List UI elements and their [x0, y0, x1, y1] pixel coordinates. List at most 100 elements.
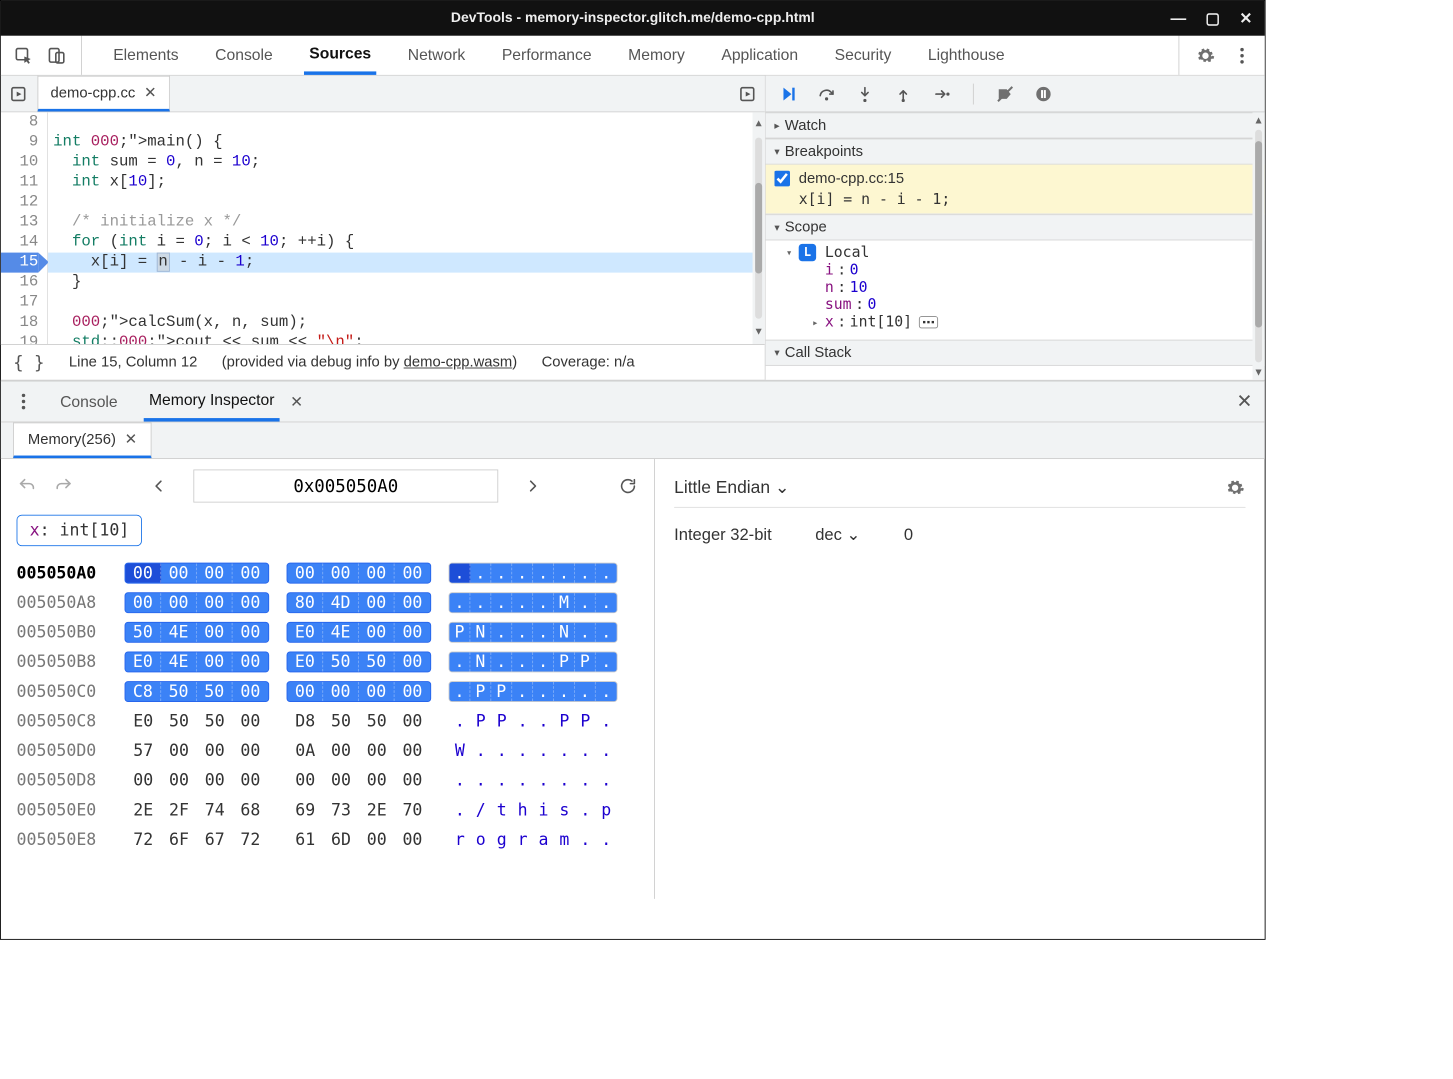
reveal-in-memory-icon[interactable]: ▪▪▪ [919, 316, 938, 328]
debugger-sidebar: Watch Breakpoints demo-cpp.cc:15 x[i] = … [766, 76, 1265, 380]
minimize-button[interactable]: — [1171, 9, 1187, 27]
undo-icon[interactable] [17, 476, 38, 497]
window-controls: — ▢ ✕ [1171, 9, 1253, 27]
settings-icon[interactable] [1195, 45, 1216, 66]
wasm-link[interactable]: demo-cpp.wasm [404, 354, 513, 371]
breakpoints-section-header[interactable]: Breakpoints [766, 138, 1265, 164]
inspect-element-icon[interactable] [13, 45, 34, 66]
breakpoint-label: demo-cpp.cc:15 [799, 170, 904, 187]
close-drawer-icon[interactable]: ✕ [1236, 390, 1252, 413]
tab-network[interactable]: Network [403, 36, 471, 75]
step-into-icon[interactable] [854, 83, 875, 104]
scope-var-x[interactable]: ▸x: int[10]▪▪▪ [809, 314, 1252, 331]
refresh-icon[interactable] [618, 476, 639, 497]
scope-section-header[interactable]: Scope [766, 214, 1265, 240]
scope-local-row[interactable]: ▾LLocal [783, 244, 1252, 261]
tab-memory[interactable]: Memory [623, 36, 690, 75]
pretty-print-icon[interactable]: { } [13, 352, 44, 373]
address-input[interactable] [193, 469, 498, 502]
prev-page-icon[interactable] [148, 476, 169, 497]
tab-elements[interactable]: Elements [108, 36, 184, 75]
drawer-tab-memory-inspector[interactable]: Memory Inspector [144, 381, 280, 421]
close-icon[interactable]: ✕ [125, 431, 137, 448]
scope-var-n[interactable]: n: 10 [809, 279, 1252, 296]
drawer-tab-console[interactable]: Console [55, 381, 123, 421]
endianness-select[interactable]: Little Endian ⌄ [674, 476, 789, 498]
run-snippet-icon[interactable] [737, 83, 758, 104]
debug-info-source: (provided via debug info by demo-cpp.was… [222, 354, 517, 371]
hex-row[interactable]: 005050B8E04E0000E0505000.N...PP. [17, 647, 639, 677]
close-icon[interactable]: ✕ [144, 84, 156, 101]
interpretation-label: Integer 32-bit [674, 526, 772, 545]
editor-status-bar: { } Line 15, Column 12 (provided via deb… [1, 345, 765, 380]
scope-var-sum[interactable]: sum: 0 [809, 296, 1252, 313]
editor-scrollbar[interactable]: ▲▼ [753, 112, 765, 344]
memory-hex-view: x: int[10] 005050A00000000000000000.....… [1, 459, 655, 899]
hex-row[interactable]: 005050A00000000000000000........ [17, 558, 639, 588]
file-tab-demo-cpp[interactable]: demo-cpp.cc ✕ [37, 76, 169, 112]
file-tabbar: demo-cpp.cc ✕ [1, 76, 765, 113]
redo-icon[interactable] [53, 476, 74, 497]
hex-row[interactable]: 005050D0570000000A000000W....... [17, 736, 639, 766]
code-editor[interactable]: 891011121314151617181920 int 000;">main(… [1, 112, 765, 345]
debugger-sections: Watch Breakpoints demo-cpp.cc:15 x[i] = … [766, 112, 1265, 379]
decoded-value: 0 [904, 526, 913, 545]
tab-security[interactable]: Security [829, 36, 896, 75]
sources-panel: demo-cpp.cc ✕ 891011121314151617181920 i… [1, 76, 1265, 381]
sidebar-scrollbar[interactable]: ▲▼ [1252, 112, 1264, 379]
memory-value-panel: Little Endian ⌄ Integer 32-bit dec ⌄ 0 [655, 459, 1265, 899]
representation-select[interactable]: dec ⌄ [815, 525, 860, 545]
debugger-toolbar [766, 76, 1265, 113]
maximize-button[interactable]: ▢ [1205, 9, 1220, 27]
object-chip[interactable]: x: int[10] [17, 515, 143, 546]
memory-toolbar [17, 469, 639, 502]
tab-sources[interactable]: Sources [304, 36, 376, 75]
breakpoint-row[interactable]: demo-cpp.cc:15 x[i] = n - i - 1; [766, 165, 1265, 215]
watch-section-header[interactable]: Watch [766, 112, 1265, 138]
memory-tab-label: Memory(256) [28, 431, 116, 448]
source-editor-column: demo-cpp.cc ✕ 891011121314151617181920 i… [1, 76, 766, 380]
tab-lighthouse[interactable]: Lighthouse [923, 36, 1010, 75]
cursor-position: Line 15, Column 12 [69, 354, 197, 371]
close-icon[interactable]: ✕ [290, 392, 303, 410]
next-page-icon[interactable] [523, 476, 544, 497]
pause-on-exceptions-icon[interactable] [1033, 83, 1054, 104]
memory-inspector: x: int[10] 005050A00000000000000000.....… [1, 459, 1265, 899]
tab-performance[interactable]: Performance [497, 36, 597, 75]
window-titlebar: DevTools - memory-inspector.glitch.me/de… [1, 1, 1265, 36]
step-over-icon[interactable] [816, 83, 837, 104]
navigator-toggle-icon[interactable] [8, 83, 29, 104]
hex-table[interactable]: 005050A00000000000000000........005050A8… [17, 558, 639, 854]
scope-body: ▾LLocal i: 0n: 10sum: 0▸x: int[10]▪▪▪ [766, 240, 1265, 338]
close-button[interactable]: ✕ [1239, 9, 1252, 27]
tab-application[interactable]: Application [716, 36, 803, 75]
breakpoint-checkbox[interactable] [774, 171, 790, 187]
step-out-icon[interactable] [893, 83, 914, 104]
breakpoint-code: x[i] = n - i - 1; [799, 191, 1256, 208]
memory-tabbar: Memory(256) ✕ [1, 422, 1265, 459]
device-toolbar-icon[interactable] [46, 45, 67, 66]
step-icon[interactable] [931, 83, 952, 104]
scope-var-i[interactable]: i: 0 [809, 261, 1252, 278]
deactivate-breakpoints-icon[interactable] [995, 83, 1016, 104]
drawer-more-icon[interactable] [13, 391, 34, 412]
drawer-tabbar: Console Memory Inspector ✕ ✕ [1, 381, 1265, 423]
hex-row[interactable]: 005050B0504E0000E04E0000PN...N.. [17, 618, 639, 648]
hex-row[interactable]: 005050D80000000000000000........ [17, 766, 639, 796]
hex-row[interactable]: 005050C8E0505000D8505000.PP..PP. [17, 706, 639, 736]
value-settings-icon[interactable] [1225, 477, 1246, 498]
chevron-down-icon: ⌄ [847, 526, 861, 544]
tab-console[interactable]: Console [210, 36, 278, 75]
memory-tab[interactable]: Memory(256) ✕ [13, 422, 152, 458]
hex-row[interactable]: 005050E02E2F746869732E70./this.p [17, 795, 639, 825]
devtools-panel-tabs: Elements Console Sources Network Performance… [1, 36, 1265, 76]
resume-icon[interactable] [778, 83, 799, 104]
hex-row[interactable]: 005050A800000000804D0000.....M.. [17, 588, 639, 618]
more-menu-icon[interactable] [1232, 45, 1253, 66]
callstack-section-header[interactable]: Call Stack [766, 340, 1265, 366]
hex-row[interactable]: 005050E8726F6772616D0000rogram.. [17, 825, 639, 855]
coverage-status: Coverage: n/a [542, 354, 635, 371]
hex-row[interactable]: 005050C0C850500000000000.PP..... [17, 677, 639, 707]
file-tab-label: demo-cpp.cc [51, 84, 136, 101]
window-title: DevTools - memory-inspector.glitch.me/de… [451, 10, 815, 26]
